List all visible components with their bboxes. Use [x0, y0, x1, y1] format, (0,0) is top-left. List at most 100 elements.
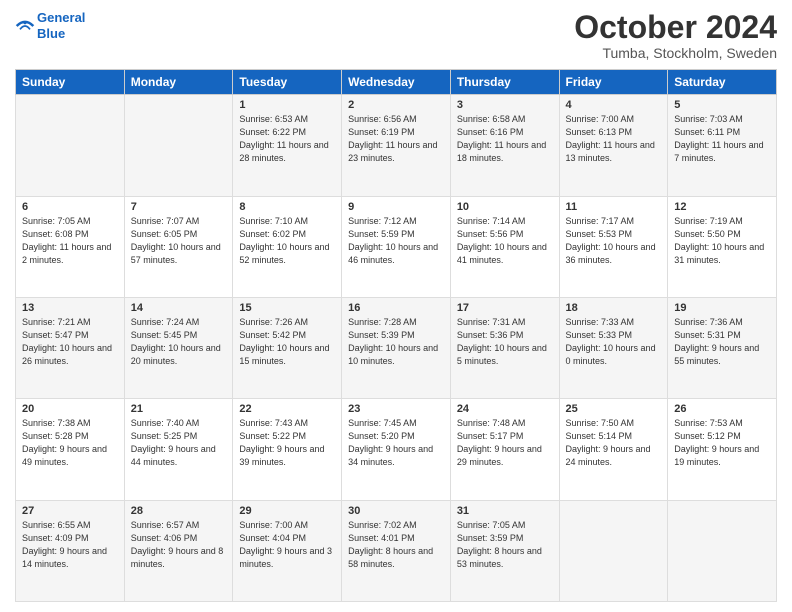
calendar-cell: 14 Sunrise: 7:24 AMSunset: 5:45 PMDayligh… — [124, 297, 233, 398]
day-number: 12 — [674, 201, 770, 213]
day-info: Sunrise: 7:19 AMSunset: 5:50 PMDaylight:… — [674, 215, 770, 267]
calendar-cell: 6 Sunrise: 7:05 AMSunset: 6:08 PMDaylight… — [16, 196, 125, 297]
day-number: 2 — [348, 99, 444, 111]
calendar-cell: 19 Sunrise: 7:36 AMSunset: 5:31 PMDayligh… — [668, 297, 777, 398]
day-number: 7 — [131, 201, 227, 213]
col-saturday: Saturday — [668, 70, 777, 95]
calendar-cell: 16 Sunrise: 7:28 AMSunset: 5:39 PMDayligh… — [342, 297, 451, 398]
calendar-cell: 23 Sunrise: 7:45 AMSunset: 5:20 PMDayligh… — [342, 399, 451, 500]
day-number: 19 — [674, 302, 770, 314]
day-info: Sunrise: 7:07 AMSunset: 6:05 PMDaylight:… — [131, 215, 227, 267]
day-number: 3 — [457, 99, 553, 111]
day-number: 9 — [348, 201, 444, 213]
day-number: 26 — [674, 403, 770, 415]
calendar-cell — [16, 95, 125, 196]
calendar-cell: 21 Sunrise: 7:40 AMSunset: 5:25 PMDayligh… — [124, 399, 233, 500]
calendar-cell: 7 Sunrise: 7:07 AMSunset: 6:05 PMDaylight… — [124, 196, 233, 297]
day-info: Sunrise: 6:58 AMSunset: 6:16 PMDaylight:… — [457, 113, 553, 165]
day-number: 25 — [566, 403, 662, 415]
day-info: Sunrise: 7:53 AMSunset: 5:12 PMDaylight:… — [674, 417, 770, 469]
day-number: 11 — [566, 201, 662, 213]
day-number: 31 — [457, 505, 553, 517]
day-info: Sunrise: 7:21 AMSunset: 5:47 PMDaylight:… — [22, 316, 118, 368]
page: General Blue October 2024 Tumba, Stockho… — [0, 0, 792, 612]
day-number: 5 — [674, 99, 770, 111]
page-subtitle: Tumba, Stockholm, Sweden — [574, 45, 777, 61]
calendar-cell — [668, 500, 777, 601]
calendar-cell: 13 Sunrise: 7:21 AMSunset: 5:47 PMDayligh… — [16, 297, 125, 398]
day-info: Sunrise: 7:45 AMSunset: 5:20 PMDaylight:… — [348, 417, 444, 469]
calendar-cell: 22 Sunrise: 7:43 AMSunset: 5:22 PMDayligh… — [233, 399, 342, 500]
logo-icon — [15, 16, 35, 36]
day-info: Sunrise: 7:02 AMSunset: 4:01 PMDaylight:… — [348, 519, 444, 571]
calendar-cell: 3 Sunrise: 6:58 AMSunset: 6:16 PMDaylight… — [450, 95, 559, 196]
calendar-cell: 28 Sunrise: 6:57 AMSunset: 4:06 PMDayligh… — [124, 500, 233, 601]
day-number: 15 — [239, 302, 335, 314]
calendar-cell: 9 Sunrise: 7:12 AMSunset: 5:59 PMDaylight… — [342, 196, 451, 297]
logo-line1: General — [37, 10, 85, 25]
day-number: 13 — [22, 302, 118, 314]
day-number: 6 — [22, 201, 118, 213]
header: General Blue October 2024 Tumba, Stockho… — [15, 10, 777, 61]
week-row-1: 1Sunrise: 6:53 AMSunset: 6:22 PMDaylight… — [16, 95, 777, 196]
calendar-cell: 26 Sunrise: 7:53 AMSunset: 5:12 PMDayligh… — [668, 399, 777, 500]
calendar-cell: 2Sunrise: 6:56 AMSunset: 6:19 PMDaylight… — [342, 95, 451, 196]
day-info: Sunrise: 6:57 AMSunset: 4:06 PMDaylight:… — [131, 519, 227, 571]
day-info: Sunrise: 7:14 AMSunset: 5:56 PMDaylight:… — [457, 215, 553, 267]
page-title: October 2024 — [574, 10, 777, 45]
day-number: 30 — [348, 505, 444, 517]
calendar-cell: 17Sunrise: 7:31 AMSunset: 5:36 PMDayligh… — [450, 297, 559, 398]
day-number: 16 — [348, 302, 444, 314]
day-info: Sunrise: 7:12 AMSunset: 5:59 PMDaylight:… — [348, 215, 444, 267]
day-info: Sunrise: 7:36 AMSunset: 5:31 PMDaylight:… — [674, 316, 770, 368]
day-info: Sunrise: 7:28 AMSunset: 5:39 PMDaylight:… — [348, 316, 444, 368]
day-number: 29 — [239, 505, 335, 517]
col-monday: Monday — [124, 70, 233, 95]
calendar-cell — [559, 500, 668, 601]
day-info: Sunrise: 7:00 AMSunset: 4:04 PMDaylight:… — [239, 519, 335, 571]
logo: General Blue — [15, 10, 85, 41]
day-info: Sunrise: 7:33 AMSunset: 5:33 PMDaylight:… — [566, 316, 662, 368]
calendar-cell: 29 Sunrise: 7:00 AMSunset: 4:04 PMDayligh… — [233, 500, 342, 601]
col-sunday: Sunday — [16, 70, 125, 95]
day-number: 22 — [239, 403, 335, 415]
day-number: 27 — [22, 505, 118, 517]
calendar-cell: 12 Sunrise: 7:19 AMSunset: 5:50 PMDayligh… — [668, 196, 777, 297]
calendar-cell: 30 Sunrise: 7:02 AMSunset: 4:01 PMDayligh… — [342, 500, 451, 601]
calendar-cell: 20Sunrise: 7:38 AMSunset: 5:28 PMDayligh… — [16, 399, 125, 500]
day-number: 23 — [348, 403, 444, 415]
day-number: 20 — [22, 403, 118, 415]
day-number: 14 — [131, 302, 227, 314]
day-number: 18 — [566, 302, 662, 314]
calendar-cell: 27Sunrise: 6:55 AMSunset: 4:09 PMDayligh… — [16, 500, 125, 601]
day-number: 4 — [566, 99, 662, 111]
header-row: Sunday Monday Tuesday Wednesday Thursday… — [16, 70, 777, 95]
col-wednesday: Wednesday — [342, 70, 451, 95]
calendar-cell: 31Sunrise: 7:05 AMSunset: 3:59 PMDayligh… — [450, 500, 559, 601]
day-number: 8 — [239, 201, 335, 213]
day-info: Sunrise: 7:00 AMSunset: 6:13 PMDaylight:… — [566, 113, 662, 165]
logo-line2: Blue — [37, 26, 65, 41]
col-tuesday: Tuesday — [233, 70, 342, 95]
day-info: Sunrise: 7:50 AMSunset: 5:14 PMDaylight:… — [566, 417, 662, 469]
day-info: Sunrise: 7:10 AMSunset: 6:02 PMDaylight:… — [239, 215, 335, 267]
day-info: Sunrise: 6:53 AMSunset: 6:22 PMDaylight:… — [239, 113, 335, 165]
day-info: Sunrise: 7:26 AMSunset: 5:42 PMDaylight:… — [239, 316, 335, 368]
day-info: Sunrise: 7:40 AMSunset: 5:25 PMDaylight:… — [131, 417, 227, 469]
col-friday: Friday — [559, 70, 668, 95]
day-number: 10 — [457, 201, 553, 213]
day-info: Sunrise: 7:24 AMSunset: 5:45 PMDaylight:… — [131, 316, 227, 368]
calendar-cell: 25 Sunrise: 7:50 AMSunset: 5:14 PMDayligh… — [559, 399, 668, 500]
day-number: 17 — [457, 302, 553, 314]
calendar-cell: 11Sunrise: 7:17 AMSunset: 5:53 PMDayligh… — [559, 196, 668, 297]
title-section: October 2024 Tumba, Stockholm, Sweden — [574, 10, 777, 61]
day-info: Sunrise: 7:05 AMSunset: 6:08 PMDaylight:… — [22, 215, 118, 267]
day-number: 21 — [131, 403, 227, 415]
week-row-4: 20Sunrise: 7:38 AMSunset: 5:28 PMDayligh… — [16, 399, 777, 500]
day-number: 28 — [131, 505, 227, 517]
calendar-cell: 4 Sunrise: 7:00 AMSunset: 6:13 PMDaylight… — [559, 95, 668, 196]
calendar-cell: 10 Sunrise: 7:14 AMSunset: 5:56 PMDayligh… — [450, 196, 559, 297]
day-info: Sunrise: 7:48 AMSunset: 5:17 PMDaylight:… — [457, 417, 553, 469]
day-info: Sunrise: 7:43 AMSunset: 5:22 PMDaylight:… — [239, 417, 335, 469]
calendar-cell: 18 Sunrise: 7:33 AMSunset: 5:33 PMDayligh… — [559, 297, 668, 398]
